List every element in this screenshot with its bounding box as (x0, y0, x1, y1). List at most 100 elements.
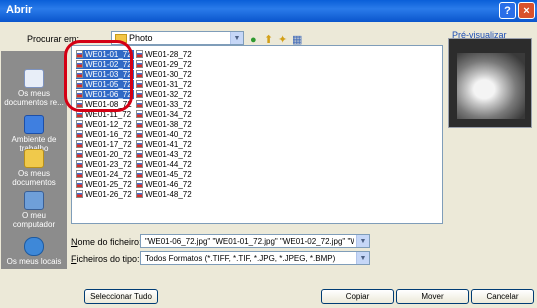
file-item[interactable]: WE01-24_72 (76, 170, 134, 179)
copy-button[interactable]: Copiar (321, 289, 394, 304)
image-file-icon (76, 170, 83, 178)
image-file-icon (76, 140, 83, 148)
file-item[interactable]: WE01-40_72 (136, 130, 194, 139)
file-item[interactable]: WE01-20_72 (76, 150, 134, 159)
recent-documents-icon (24, 69, 44, 88)
file-item[interactable]: WE01-29_72 (136, 60, 194, 69)
place-label: O meu computador (12, 211, 56, 229)
filename-input[interactable]: "WE01-06_72.jpg" "WE01-01_72.jpg" "WE01-… (140, 234, 370, 248)
file-item[interactable]: WE01-38_72 (136, 120, 194, 129)
place-my-computer[interactable]: O meu computador (1, 191, 67, 229)
file-name: WE01-16_72 (85, 130, 132, 139)
image-file-icon (136, 170, 143, 178)
file-item[interactable]: WE01-46_72 (136, 180, 194, 189)
filetype-value: Todos Formatos (*.TIFF, *.TIF, *.JPG, *.… (145, 254, 336, 263)
place-label: Os meus documentos (12, 169, 56, 187)
file-name: WE01-24_72 (85, 170, 132, 179)
image-file-icon (76, 150, 83, 158)
image-file-icon (136, 60, 143, 68)
file-item[interactable]: WE01-44_72 (136, 160, 194, 169)
close-button[interactable]: × (518, 2, 535, 19)
filetype-label: Ficheiros do tipo: (71, 254, 140, 264)
file-name: WE01-45_72 (145, 170, 192, 179)
file-item[interactable]: WE01-48_72 (136, 190, 194, 199)
chevron-down-icon[interactable]: ▼ (356, 252, 369, 264)
file-name: WE01-34_72 (145, 110, 192, 119)
chevron-down-icon[interactable]: ▼ (230, 32, 243, 44)
image-file-icon (136, 140, 143, 148)
file-item[interactable]: WE01-45_72 (136, 170, 194, 179)
place-network[interactable]: Os meus locais (1, 237, 67, 266)
file-item[interactable]: WE01-32_72 (136, 90, 194, 99)
file-item[interactable]: WE01-23_72 (76, 160, 134, 169)
file-item[interactable]: WE01-26_72 (76, 190, 134, 199)
network-places-icon (24, 237, 44, 256)
image-file-icon (136, 180, 143, 188)
file-item[interactable]: WE01-31_72 (136, 80, 194, 89)
file-item[interactable]: WE01-25_72 (76, 180, 134, 189)
my-computer-icon (24, 191, 44, 210)
image-file-icon (136, 190, 143, 198)
file-name: WE01-30_72 (145, 70, 192, 79)
file-name: WE01-26_72 (85, 190, 132, 199)
file-name: WE01-41_72 (145, 140, 192, 149)
image-file-icon (76, 190, 83, 198)
window-title: Abrir (6, 4, 33, 16)
file-name: WE01-40_72 (145, 130, 192, 139)
file-name: WE01-17_72 (85, 140, 132, 149)
image-file-icon (136, 80, 143, 88)
file-item[interactable]: WE01-12_72 (76, 120, 134, 129)
image-file-icon (136, 110, 143, 118)
selection-highlight-ring (64, 40, 133, 112)
image-file-icon (76, 120, 83, 128)
place-recent-documents[interactable]: Os meus documentos re... (1, 69, 67, 107)
look-in-value: Photo (129, 33, 153, 43)
move-button[interactable]: Mover (396, 289, 469, 304)
file-name: WE01-48_72 (145, 190, 192, 199)
place-label: Os meus locais (6, 257, 62, 266)
file-name: WE01-23_72 (85, 160, 132, 169)
file-name: WE01-46_72 (145, 180, 192, 189)
image-file-icon (136, 150, 143, 158)
file-name: WE01-25_72 (85, 180, 132, 189)
help-button[interactable]: ? (499, 2, 516, 19)
file-name: WE01-43_72 (145, 150, 192, 159)
places-bar: Os meus documentos re... Ambiente de tra… (1, 51, 67, 269)
file-name: WE01-20_72 (85, 150, 132, 159)
select-all-button[interactable]: Seleccionar Tudo (84, 289, 158, 304)
look-in-select[interactable]: Photo ▼ (111, 31, 244, 45)
image-file-icon (136, 130, 143, 138)
file-name: WE01-12_72 (85, 120, 132, 129)
file-item[interactable]: WE01-34_72 (136, 110, 194, 119)
file-item[interactable]: WE01-41_72 (136, 140, 194, 149)
image-file-icon (136, 160, 143, 168)
file-item[interactable]: WE01-28_72 (136, 50, 194, 59)
image-file-icon (76, 160, 83, 168)
preview-image (457, 53, 525, 119)
filetype-select[interactable]: Todos Formatos (*.TIFF, *.TIF, *.JPG, *.… (140, 251, 370, 265)
image-file-icon (76, 180, 83, 188)
file-name: WE01-28_72 (145, 50, 192, 59)
file-item[interactable]: WE01-30_72 (136, 70, 194, 79)
desktop-icon (24, 115, 44, 134)
file-name: WE01-44_72 (145, 160, 192, 169)
place-desktop[interactable]: Ambiente de trabalho (1, 115, 67, 153)
file-item[interactable]: WE01-16_72 (76, 130, 134, 139)
file-item[interactable]: WE01-43_72 (136, 150, 194, 159)
image-file-icon (136, 90, 143, 98)
chevron-down-icon[interactable]: ▼ (356, 235, 369, 247)
cancel-button[interactable]: Cancelar (471, 289, 534, 304)
file-name: WE01-32_72 (145, 90, 192, 99)
image-file-icon (136, 100, 143, 108)
filename-label: Nome do ficheiro: (71, 237, 142, 247)
title-bar: Abrir ? × (0, 0, 537, 22)
image-file-icon (136, 70, 143, 78)
preview-pane (448, 38, 532, 128)
place-my-documents[interactable]: Os meus documentos (1, 149, 67, 187)
my-documents-icon (24, 149, 44, 168)
file-name: WE01-29_72 (145, 60, 192, 69)
file-item[interactable]: WE01-33_72 (136, 100, 194, 109)
file-item[interactable]: WE01-17_72 (76, 140, 134, 149)
file-name: WE01-33_72 (145, 100, 192, 109)
file-name: WE01-38_72 (145, 120, 192, 129)
